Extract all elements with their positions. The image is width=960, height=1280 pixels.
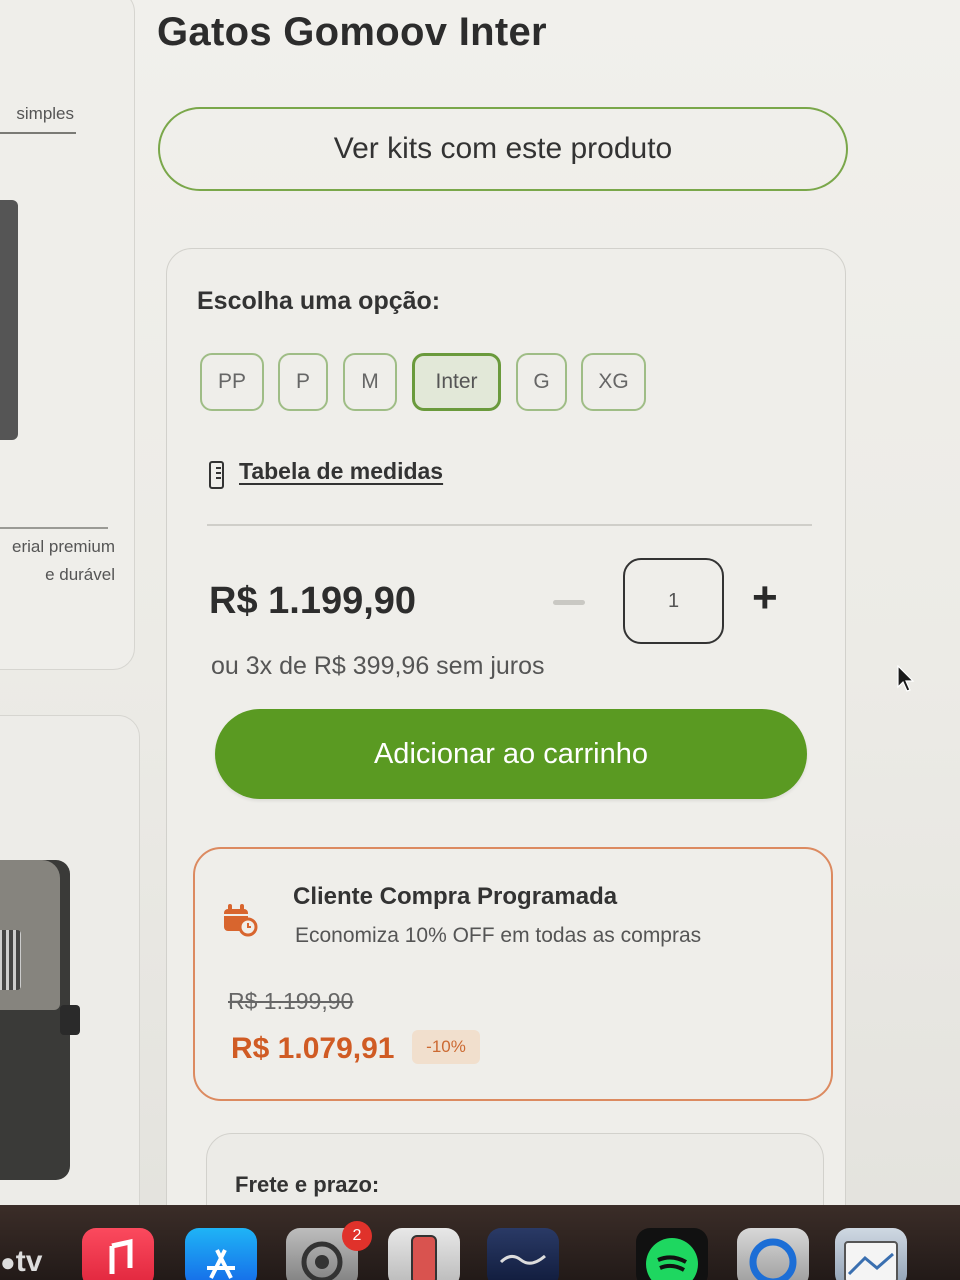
product-title: Gatos Gomoov Inter [157, 10, 547, 54]
scheduled-purchase-title: Cliente Compra Programada [293, 883, 618, 910]
quicktime-icon[interactable] [737, 1228, 809, 1280]
increase-quantity-button[interactable]: + [752, 576, 778, 620]
related-product-image [0, 200, 18, 440]
left-divider [0, 527, 108, 529]
section-divider [207, 524, 812, 526]
ruler-icon [209, 461, 224, 489]
browser-viewport: simples erial premium e durável Gatos Go… [0, 0, 960, 1205]
choose-option-label: Escolha uma opção: [197, 287, 441, 315]
spotify-icon[interactable] [636, 1228, 708, 1280]
add-to-cart-button[interactable]: Adicionar ao carrinho [215, 709, 807, 799]
size-option-m[interactable]: M [343, 353, 397, 411]
size-table-link[interactable]: Tabela de medidas [239, 458, 443, 485]
size-option-inter[interactable]: Inter [412, 353, 501, 411]
left-divider [0, 132, 76, 134]
fender-app-icon[interactable] [487, 1228, 559, 1280]
pet-carrier-image [0, 860, 100, 1190]
original-price: R$ 1.199,90 [228, 988, 354, 1014]
mouse-cursor-icon [897, 665, 915, 692]
apple-tv-app[interactable]: ●tv [0, 1245, 42, 1279]
view-kits-button[interactable]: Ver kits com este produto [158, 107, 848, 191]
discount-badge: -10% [412, 1030, 480, 1064]
shipping-label: Frete e prazo: [235, 1172, 380, 1197]
product-price: R$ 1.199,90 [209, 580, 417, 622]
size-option-xg[interactable]: XG [581, 353, 646, 411]
iphone-mirroring-icon[interactable] [388, 1228, 460, 1280]
size-option-p[interactable]: P [278, 353, 328, 411]
discounted-price: R$ 1.079,91 [231, 1032, 395, 1065]
related-product-text: simples [16, 104, 74, 123]
related-product-text: e durável [45, 565, 115, 584]
app-store-icon[interactable] [185, 1228, 257, 1280]
size-option-g[interactable]: G [516, 353, 567, 411]
scheduled-purchase-description: Economiza 10% OFF em todas as compras [295, 924, 702, 947]
installments-text: ou 3x de R$ 399,96 sem juros [211, 652, 545, 680]
quantity-input[interactable] [623, 558, 724, 644]
calendar-clock-icon [224, 904, 258, 937]
decrease-quantity-button[interactable] [553, 600, 585, 605]
notification-badge: 2 [342, 1221, 372, 1251]
size-option-pp[interactable]: PP [200, 353, 264, 411]
related-product-text: erial premium [12, 537, 115, 556]
preview-app-icon[interactable] [835, 1228, 907, 1280]
music-app-icon[interactable] [82, 1228, 154, 1280]
